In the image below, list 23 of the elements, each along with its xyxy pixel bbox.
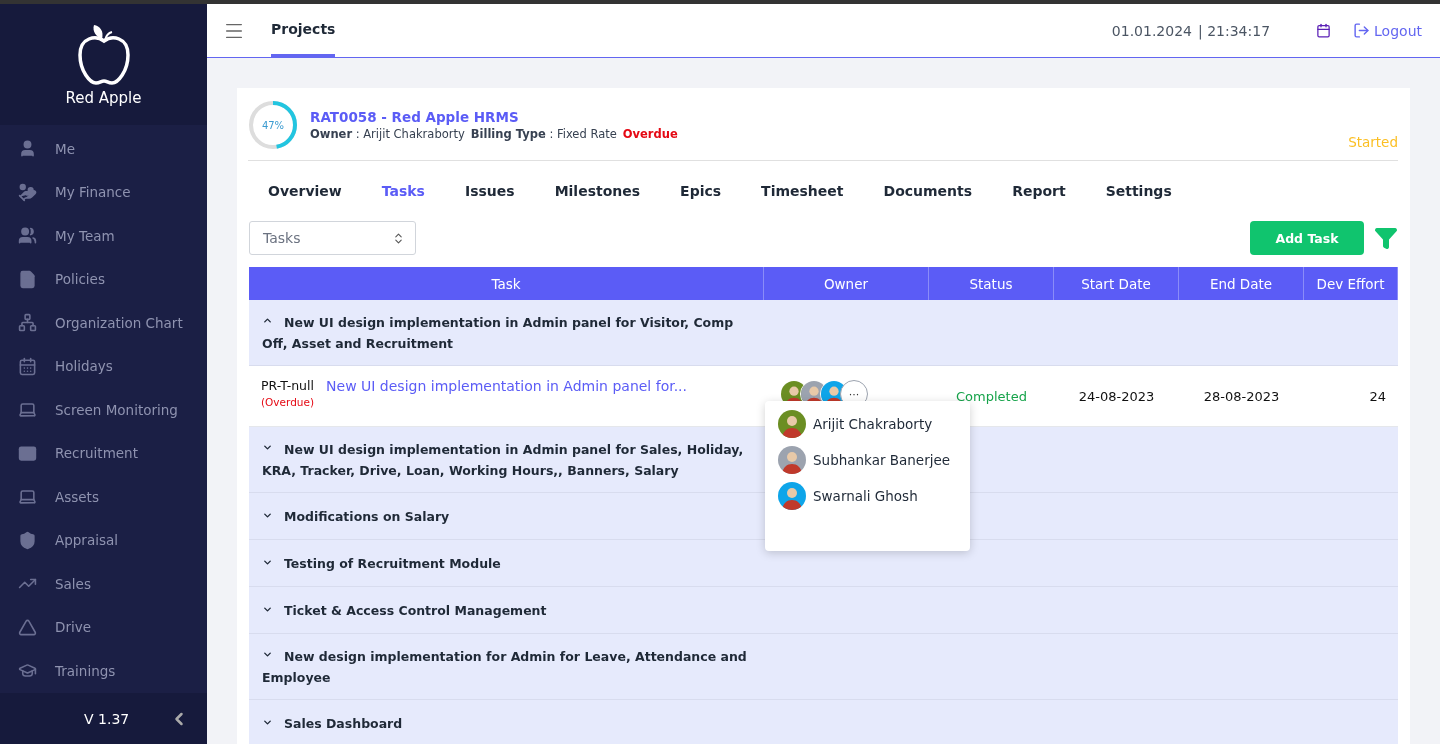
effort-cell-text: 24 bbox=[1368, 387, 1387, 406]
group-title: New UI design implementation in Admin panel for Sales, Holiday, KRA, Tracker, Drive, Loan, Working Hours,, Banners, Salary bbox=[262, 440, 745, 481]
time-text: | 21:34:17 bbox=[1198, 22, 1271, 39]
end-date-cell-text: 28-08-2023 bbox=[1202, 387, 1281, 406]
group-title: Modifications on Salary bbox=[262, 504, 762, 528]
progress-label: 47% bbox=[261, 120, 285, 131]
owner-text: Owner : Arijit Chakraborty bbox=[310, 127, 465, 141]
status-cell-text: Completed bbox=[955, 387, 1028, 406]
overdue-label: Overdue bbox=[622, 127, 678, 141]
group-title: Ticket & Access Control Management bbox=[262, 598, 762, 622]
group-title: Testing of Recruitment Module bbox=[262, 551, 762, 575]
group-title: Sales Dashboard bbox=[262, 711, 762, 735]
brand-name: Red Apple bbox=[65, 88, 142, 107]
group-title: New design implementation for Admin for Leave, Attendance and Employee bbox=[262, 647, 748, 688]
project-title: RAT0058 - Red Apple HRMS bbox=[310, 109, 520, 125]
billing-text: Billing Type : Fixed Rate bbox=[470, 127, 617, 141]
overdue-label: (Overdue) bbox=[261, 396, 315, 408]
group-title: New UI design implementation in Admin panel for Visitor, Comp Off, Asset and Recruitment bbox=[262, 313, 735, 354]
project-status: Started bbox=[1348, 134, 1398, 150]
date-text: 01.01.2024 bbox=[1111, 22, 1192, 39]
version-label: V 1.37 bbox=[84, 710, 130, 727]
task-id: PR-T-null bbox=[261, 378, 314, 393]
start-date-cell-text: 24-08-2023 bbox=[1077, 387, 1156, 406]
